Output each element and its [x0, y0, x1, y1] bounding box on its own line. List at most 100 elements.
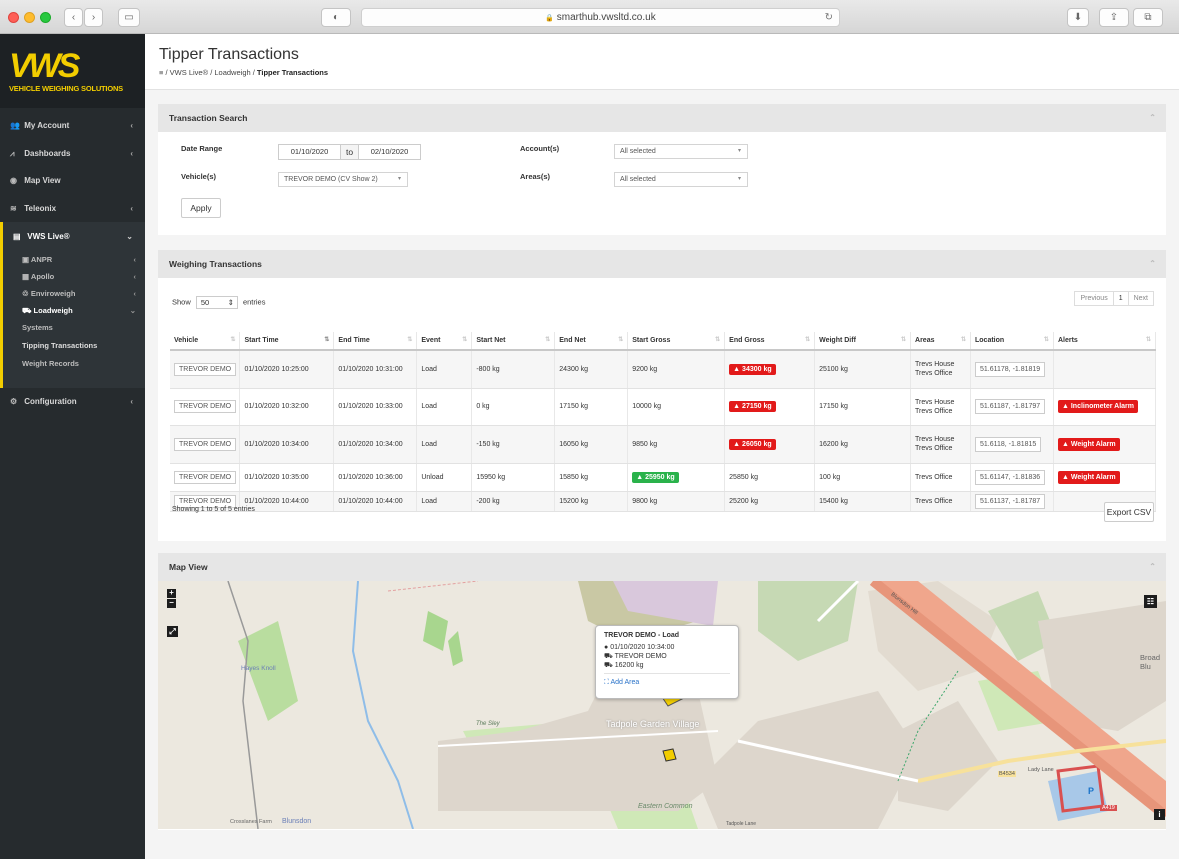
column-header[interactable]: Weight Diff ⇅ — [814, 332, 912, 351]
popup-time: ● 01/10/2020 10:34:00 — [604, 644, 675, 651]
previous-page-button[interactable]: Previous — [1074, 291, 1114, 306]
export-csv-button[interactable]: Export CSV — [1104, 502, 1154, 522]
privacy-shield-icon[interactable]: ◐ — [321, 8, 351, 27]
sidebar-item-systems[interactable]: Systems — [3, 319, 145, 337]
layers-icon[interactable]: ☷ — [1144, 595, 1157, 608]
address-bar[interactable]: 🔒 smarthub.vwsltd.co.uk ↻ — [361, 8, 840, 27]
map-popup: TREVOR DEMO - Load ● 01/10/2020 10:34:00… — [595, 625, 739, 699]
reload-icon[interactable]: ↻ — [825, 9, 833, 26]
truck-icon: ⛟ — [22, 306, 32, 315]
location-badge[interactable]: 51.61178, -1.81819 — [975, 361, 1046, 377]
map-label-a419: A419 — [1100, 805, 1117, 811]
fullscreen-icon[interactable]: ⤢ — [167, 626, 178, 637]
column-header[interactable]: End Time ⇅ — [333, 332, 418, 351]
zoom-window-button[interactable] — [40, 12, 51, 23]
accounts-select[interactable]: All selected ▾ — [614, 144, 748, 159]
close-window-button[interactable] — [8, 12, 19, 23]
sidebar-item-teleonix[interactable]: ≋ Teleonix ‹ — [0, 195, 145, 223]
column-header[interactable]: Areas ⇅ — [910, 332, 971, 351]
forward-button[interactable]: › — [84, 8, 103, 27]
collapse-icon[interactable]: ⌃ — [1149, 104, 1156, 132]
vehicle-badge[interactable]: TREVOR DEMO — [174, 400, 237, 413]
date-range-label: Date Range — [181, 144, 223, 153]
sidebar-item-loadweigh[interactable]: ⛟ Loadweigh ⌄ — [3, 302, 145, 319]
map-label-broad: Broad Blu — [1140, 653, 1161, 671]
wifi-icon: ≋ — [10, 203, 17, 213]
map-label-hayes: Hayes Knoll — [241, 665, 276, 672]
end-time-cell: 01/10/2020 10:44:00 — [333, 491, 418, 512]
map-canvas[interactable]: + − ⤢ ☷ i Hayes Knoll Tadpole Garden Vil… — [158, 581, 1166, 829]
areas-cell: Trevs House Trevs Office — [910, 425, 971, 464]
collapse-icon[interactable]: ⌃ — [1149, 553, 1156, 581]
chevron-left-icon: ‹ — [130, 397, 133, 406]
sidebar-item-enviroweigh[interactable]: ♲ Enviroweigh ‹ — [3, 285, 145, 302]
entries-label: entries — [242, 297, 266, 307]
column-header[interactable]: Alerts ⇅ — [1053, 332, 1157, 351]
apply-button[interactable]: Apply — [181, 198, 221, 218]
date-to-input[interactable]: 02/10/2020 — [358, 144, 421, 160]
sidebar-item-apollo[interactable]: ▦ Apollo ‹ — [3, 268, 145, 285]
location-badge[interactable]: 51.61187, -1.81797 — [975, 399, 1046, 414]
sort-asc-icon: ⇅ — [324, 337, 330, 343]
sidebar-toggle-icon[interactable]: ▭ — [118, 8, 140, 27]
camera-icon: ▣ — [22, 255, 30, 264]
recycle-icon: ♲ — [22, 289, 29, 298]
menu-icon[interactable]: ≡ — [159, 68, 163, 77]
inclinometer-alarm-badge: ▲ Inclinometer Alarm — [1057, 400, 1138, 413]
download-icon[interactable]: ⬇ — [1067, 8, 1089, 27]
caret-down-icon: ▾ — [737, 176, 741, 182]
areas-select[interactable]: All selected ▾ — [614, 172, 748, 187]
back-button[interactable]: ‹ — [64, 8, 83, 27]
location-badge[interactable]: 51.61147, -1.81836 — [975, 469, 1046, 485]
vehicle-select-value: TREVOR DEMO (CV Show 2) — [284, 176, 378, 183]
column-header[interactable]: Location ⇅ — [970, 332, 1054, 351]
page-1-button[interactable]: 1 — [1113, 291, 1129, 306]
column-header[interactable]: End Gross ⇅ — [724, 332, 816, 351]
vehicle-badge[interactable]: TREVOR DEMO — [174, 362, 237, 376]
warning-icon: ▲ — [1061, 473, 1069, 481]
zoom-out-button[interactable]: − — [167, 599, 176, 608]
grid-icon: ▦ — [22, 272, 30, 281]
vehicle-select[interactable]: TREVOR DEMO (CV Show 2) ▾ — [278, 172, 408, 187]
column-header[interactable]: Event ⇅ — [416, 332, 473, 351]
next-page-button[interactable]: Next — [1128, 291, 1154, 306]
zoom-in-button[interactable]: + — [167, 589, 176, 598]
vehicle-badge[interactable]: TREVOR DEMO — [174, 437, 237, 451]
table-row: TREVOR DEMO 01/10/2020 10:32:00 01/10/20… — [170, 388, 1157, 426]
location-badge[interactable]: 51.61137, -1.81787 — [975, 493, 1046, 509]
event-cell: Load — [416, 350, 473, 389]
date-from-input[interactable]: 01/10/2020 — [278, 144, 341, 160]
globe-icon: ◉ — [10, 176, 17, 185]
chevron-down-icon: ⌄ — [126, 232, 133, 241]
sidebar-item-dashboards[interactable]: ⩘ Dashboards ‹ — [0, 140, 145, 168]
sidebar-item-vws-live[interactable]: ▤ VWS Live® ⌄ — [3, 222, 145, 251]
column-header[interactable]: Vehicle ⇅ — [170, 332, 241, 351]
sidebar-item-configuration[interactable]: ⚙ Configuration ‹ — [0, 388, 145, 416]
sidebar-item-tipping-transactions[interactable]: Tipping Transactions — [3, 337, 145, 355]
column-header[interactable]: Start Gross ⇅ — [627, 332, 726, 351]
sidebar-item-weight-records[interactable]: Weight Records — [3, 355, 145, 373]
add-area-link[interactable]: ⛶ Add Area — [604, 673, 730, 687]
location-badge[interactable]: 51.6118, -1.81815 — [975, 436, 1042, 452]
share-icon[interactable]: ⇪ — [1099, 8, 1129, 27]
vehicle-badge[interactable]: TREVOR DEMO — [174, 470, 237, 484]
column-header[interactable]: End Net ⇅ — [554, 332, 629, 351]
end-gross-cell: 25850 kg — [724, 463, 816, 492]
accounts-select-value: All selected — [620, 148, 656, 155]
end-net-cell: 16050 kg — [554, 425, 629, 464]
column-header[interactable]: Start Net ⇅ — [471, 332, 556, 351]
sort-icon: ⇅ — [1043, 337, 1049, 343]
info-icon[interactable]: i — [1154, 809, 1165, 820]
page-size-select[interactable]: 50 ⇕ — [195, 296, 238, 309]
breadcrumb-vws-live[interactable]: VWS Live® — [170, 68, 208, 77]
minimize-window-button[interactable] — [24, 12, 35, 23]
logo[interactable]: VWS VEHICLE WEIGHING SOLUTIONS — [0, 34, 145, 108]
sidebar-item-map-view[interactable]: ◉ Map View — [0, 167, 145, 195]
tabs-icon[interactable]: ⧉ — [1133, 8, 1163, 27]
sidebar-item-anpr[interactable]: ▣ ANPR ‹ — [3, 251, 145, 268]
sidebar-item-my-account[interactable]: 👥 My Account ‹ — [0, 112, 145, 140]
breadcrumb-loadweigh[interactable]: Loadweigh — [214, 68, 250, 77]
collapse-icon[interactable]: ⌃ — [1149, 250, 1156, 278]
column-header[interactable]: Start Time ⇅ — [239, 332, 335, 351]
start-net-cell: -150 kg — [471, 425, 556, 464]
